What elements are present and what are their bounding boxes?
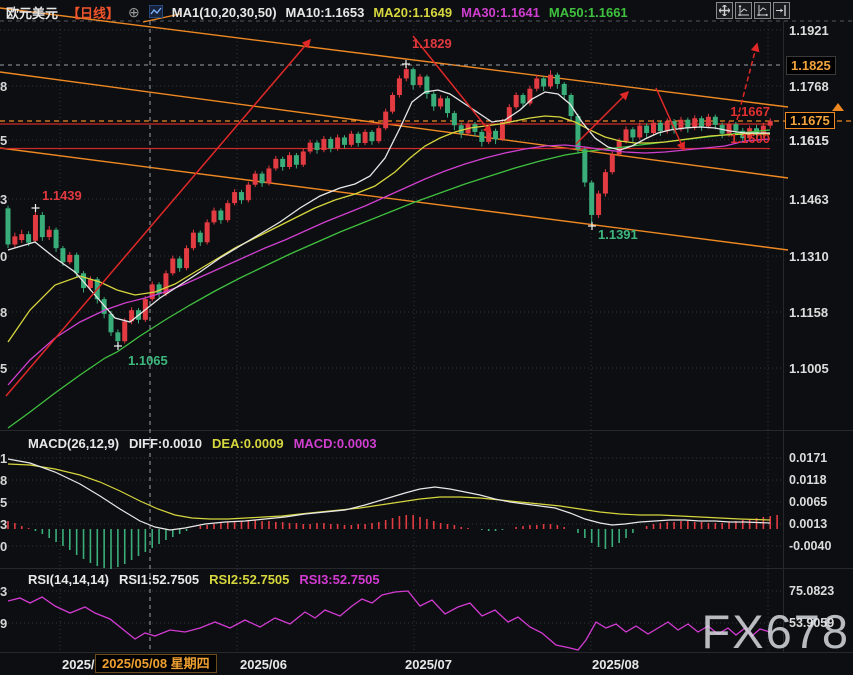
scale-axis-right-icon[interactable]	[754, 2, 771, 19]
y-axis-label: 1.1005	[789, 362, 829, 375]
macd-axis-label-clipped: 8	[0, 474, 9, 487]
y-axis-label-clipped: 5	[0, 134, 9, 147]
watermark: FX678	[702, 604, 850, 659]
y-axis-label: 1.1310	[789, 250, 829, 263]
y-axis-label-clipped: 8	[0, 306, 9, 319]
rsi-pane	[8, 591, 770, 650]
pivot-label: 1.1439	[42, 189, 82, 202]
candlesticks	[6, 64, 773, 346]
symbol-name: 欧元美元	[6, 3, 58, 22]
pivot-label: 1.1065	[128, 354, 168, 367]
y-axis-label: 1.1768	[789, 80, 829, 93]
y-axis-label: 1.1158	[789, 306, 828, 319]
macd-axis-label: 0.0118	[789, 474, 827, 487]
x-axis-label: 2025/07	[405, 658, 452, 671]
ma20-value: MA20:1.1649	[373, 5, 452, 20]
pivot-label: 1.1829	[412, 37, 452, 50]
last-price-box: 1.1675	[785, 112, 835, 129]
rsi2-value: RSI2:52.7505	[209, 572, 289, 587]
y-axis-label: 1.1463	[789, 193, 829, 206]
ma50-value: MA50:1.1661	[549, 5, 628, 20]
crosshair-price-badge: 1.1825	[786, 56, 836, 75]
macd-axis-label: 0.0013	[789, 518, 827, 531]
mini-chart-icon[interactable]	[149, 5, 163, 21]
macd-axis-label-clipped: 5	[0, 496, 9, 509]
ma30-value: MA30:1.1641	[461, 5, 540, 20]
chart-header: 欧元美元 【日线】 ⊕ MA1(10,20,30,50) MA10:1.1653…	[6, 3, 628, 22]
pan-right-icon[interactable]	[773, 2, 790, 19]
macd-diff-value: DIFF:0.0010	[129, 436, 202, 451]
rsi-axis-label-clipped: 3	[0, 585, 9, 598]
rsi-title: RSI(14,14,14)	[28, 572, 109, 587]
macd-axis-label-clipped: 0	[0, 540, 9, 553]
rsi-axis-label-clipped: 9	[0, 617, 9, 630]
x-axis-label: 2025/06	[240, 658, 287, 671]
macd-axis-label: -0.0040	[789, 540, 831, 553]
macd-axis-label-clipped: 1	[0, 452, 9, 465]
level-label: 1.1667	[700, 105, 770, 118]
x-axis-label: 2025/08	[592, 658, 639, 671]
macd-axis-label: 0.0065	[789, 496, 827, 509]
y-axis-label-clipped: 8	[0, 80, 9, 93]
rsi-axis-label: 75.0823	[789, 585, 834, 598]
macd-axis-label: 0.0171	[789, 452, 827, 465]
macd-axis-label-clipped: 3	[0, 518, 9, 531]
scale-axis-left-icon[interactable]	[735, 2, 752, 19]
rsi-header: RSI(14,14,14) RSI1:52.7505 RSI2:52.7505 …	[28, 572, 380, 587]
y-axis-label: 1.1921	[789, 24, 829, 37]
pivot-label: 1.1391	[598, 228, 638, 241]
macd-macd-value: MACD:0.0003	[294, 436, 377, 451]
crosshair-date-badge: 2025/05/08 星期四	[95, 654, 217, 673]
ma-settings: MA1(10,20,30,50)	[172, 5, 277, 20]
ma10-value: MA10:1.1653	[286, 5, 365, 20]
chart-toolbar	[716, 2, 790, 19]
macd-dea-value: DEA:0.0009	[212, 436, 284, 451]
trendlines-orange	[0, 8, 788, 250]
period-label[interactable]: 【日线】	[67, 3, 119, 22]
y-axis-label: 1.1615	[789, 134, 829, 147]
macd-header: MACD(26,12,9) DIFF:0.0010 DEA:0.0009 MAC…	[28, 436, 377, 451]
add-circle-icon[interactable]: ⊕	[128, 4, 140, 21]
level-label: 1.1600	[700, 132, 770, 145]
y-axis-label-clipped: 5	[0, 362, 9, 375]
rsi3-value: RSI3:52.7505	[299, 572, 379, 587]
price-up-arrow-icon	[832, 103, 844, 111]
y-axis-label-clipped: 0	[0, 250, 9, 263]
y-axis-label-clipped: 3	[0, 193, 9, 206]
macd-title: MACD(26,12,9)	[28, 436, 119, 451]
crosshair-move-icon[interactable]	[716, 2, 733, 19]
rsi1-value: RSI1:52.7505	[119, 572, 199, 587]
macd-pane	[8, 459, 777, 569]
